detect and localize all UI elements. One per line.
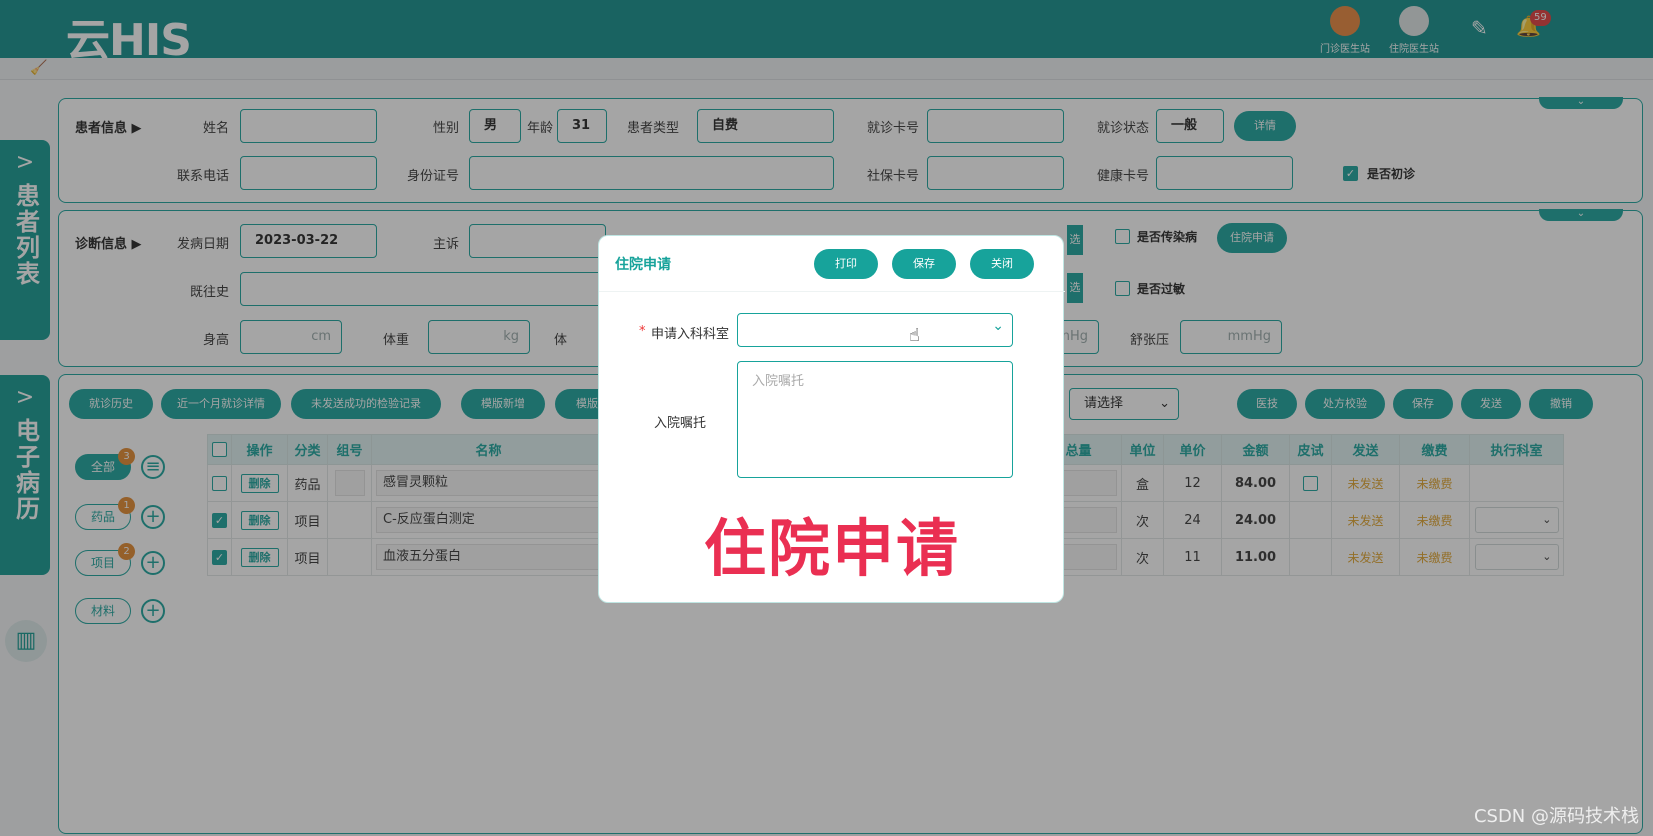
dept-label: 申请入科科室 [651, 327, 730, 342]
advice-textarea[interactable]: 入院嘱托 [737, 361, 1013, 478]
modal-title: 住院申请 [615, 257, 671, 273]
dept-select[interactable]: ⌄ [737, 313, 1013, 347]
advice-label: 入院嘱托 [654, 416, 707, 431]
hand-cursor-icon: ☝ [909, 325, 920, 346]
admission-modal: 住院申请 打印 保存 关闭 * 申请入科科室 ⌄ ☝ 入院嘱托 入院嘱托 住院申… [598, 235, 1065, 603]
required-mark: * [639, 324, 646, 339]
close-button[interactable]: 关闭 [970, 249, 1034, 279]
divider [599, 291, 1065, 292]
caption-text: 住院申请 [703, 512, 960, 585]
print-button[interactable]: 打印 [814, 249, 878, 279]
watermark: CSDN @源码技术栈 [1473, 806, 1639, 827]
chevron-down-icon: ⌄ [992, 318, 1004, 334]
modal-save-button[interactable]: 保存 [892, 249, 956, 279]
